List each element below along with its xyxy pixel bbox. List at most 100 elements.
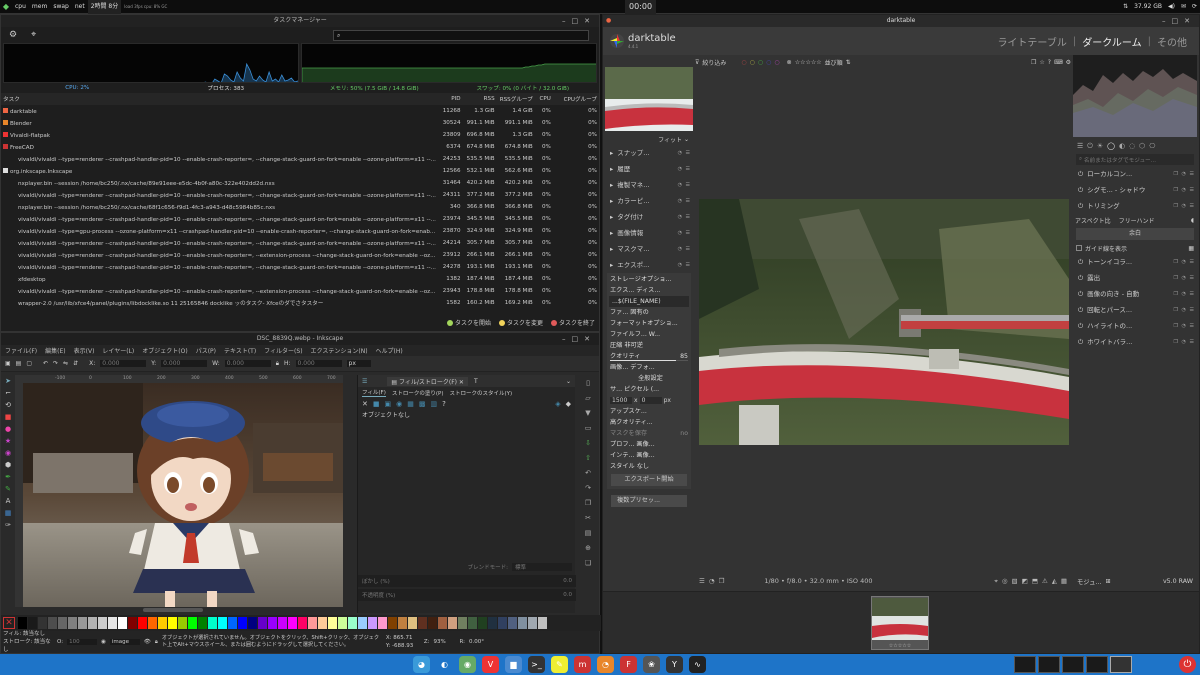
sort-icon[interactable]: ⇅ [846,59,851,66]
export-file-conflict[interactable]: ファ... 固有の [607,307,691,318]
palette-swatch[interactable] [278,617,287,629]
darktable-titlebar[interactable]: ● darktable –□✕ [603,15,1199,27]
print-icon[interactable]: ▭ [585,424,592,432]
menu-item[interactable]: 編集(E) [41,346,69,355]
color-label-yellow-icon[interactable]: ○ [750,59,755,66]
column-header[interactable]: タスク [1,93,440,105]
target-icon[interactable]: ⌖ [31,30,36,40]
correct-group-icon[interactable]: ◌ [1129,142,1135,150]
nonzero-icon[interactable]: ◆ [566,400,575,408]
left-module[interactable]: ▸ マスクマ... ◔ ☰ [605,241,693,257]
x-field[interactable]: 0.000 [100,360,147,367]
module-actions-icon[interactable]: ◔ ☰ [678,211,693,223]
right-module[interactable]: ⏻ 回転とパース... ❐ ◔ ☰ [1073,302,1197,318]
mesh-icon[interactable]: ▦ [407,400,414,408]
right-module[interactable]: ⏻ トーンイコラ... ❐ ◔ ☰ [1073,254,1197,270]
view-darkroom[interactable]: ダークルーム [1082,34,1141,49]
module-actions-icon[interactable]: ❐ ◔ ☰ [1173,304,1197,316]
column-header[interactable]: CPU [535,93,553,105]
palette-swatch[interactable] [218,617,227,629]
export-masks[interactable]: マスクを保存 no [607,428,691,439]
flip-v-icon[interactable]: ⇵ [73,360,78,367]
palette-swatch[interactable] [368,617,377,629]
rotate-cw-icon[interactable]: ↷ [53,360,58,367]
color-label-blue-icon[interactable]: ○ [766,59,771,66]
left-module[interactable]: ▸ 履歴 ◔ ☰ [605,161,693,177]
palette-swatch[interactable] [138,617,147,629]
left-module[interactable]: ▸ カラーピ... ◔ ☰ [605,193,693,209]
export-storage-header[interactable]: ストレージオプショ... [607,274,691,285]
warning-icon[interactable]: ⚠ [1042,577,1048,585]
export-upscale[interactable]: アップスケ... [607,406,691,417]
horizontal-scrollbar[interactable] [23,607,343,613]
left-module[interactable]: ▸ 複製マネ... ◔ ☰ [605,177,693,193]
selector-tool-icon[interactable]: ➤ [5,377,11,385]
module-presets-label[interactable]: モジュ... [1077,577,1101,586]
palette-swatch[interactable] [528,617,537,629]
export-target[interactable]: エクス... ディス... [607,285,691,296]
menu-item[interactable]: ヘルプ(H) [372,346,407,355]
export-icon[interactable]: ⇧ [585,454,591,462]
palette-swatch[interactable] [428,617,437,629]
table-row[interactable]: vivaldi/vivaldi --type=renderer --crashp… [1,213,599,225]
workspace-1[interactable] [1014,656,1036,673]
palette-swatch[interactable] [388,617,397,629]
table-row[interactable]: darktable 11268 1.3 GiB 1.4 GiB 0% 0% [1,105,599,117]
3d-box-tool-icon[interactable]: ⬢ [5,461,11,469]
sun-group-icon[interactable]: ☀ [1097,142,1103,150]
focus-peaking-icon[interactable]: ◭ [1052,577,1057,585]
pen-tool-icon[interactable]: ✒ [5,473,11,481]
pencil-tool-icon[interactable]: ✎ [5,485,11,493]
palette-swatch[interactable] [298,617,307,629]
table-row[interactable]: wrapper-2.0 /usr/lib/xfce4/panel/plugins… [1,297,599,309]
column-header[interactable]: RSSグループ [497,93,535,105]
vivaldi-2-icon[interactable]: V [482,656,499,673]
dropper-tool-icon[interactable]: ✑ [5,521,11,529]
menu-item[interactable]: ファイル(F) [1,346,41,355]
guides-checkbox[interactable] [1076,245,1082,251]
module-power-icon[interactable]: ⏻ [1078,200,1083,212]
multi-preset-button[interactable]: 複数プリセッ... [611,495,687,507]
linear-gradient-icon[interactable]: ▣ [385,400,392,408]
palette-swatch[interactable] [398,617,407,629]
text-tool-icon[interactable]: A [6,497,11,505]
palette-swatch[interactable] [418,617,427,629]
module-power-icon[interactable]: ⏻ [1078,184,1083,196]
eye-icon[interactable]: ◉ [101,639,106,645]
palette-swatch[interactable] [308,617,317,629]
blur-value[interactable]: 0.0 [563,578,572,584]
module-actions-icon[interactable]: ❐ ◔ ☰ [1173,320,1197,332]
palette-swatch[interactable] [88,617,97,629]
network-icon[interactable]: ⇅ [1120,0,1131,14]
duplicate-icon[interactable]: ❏ [585,559,591,567]
palette-swatch[interactable] [68,617,77,629]
module-power-icon[interactable]: ⏻ [1078,256,1083,268]
evenodd-icon[interactable]: ◈ [555,400,560,408]
deselect-icon[interactable]: ▢ [26,360,32,367]
palette-swatch[interactable] [118,617,127,629]
view-other[interactable]: その他 [1157,34,1187,49]
module-actions-icon[interactable]: ❐ ◔ ☰ [1173,200,1197,212]
grid-icon[interactable]: ▦ [1188,245,1197,252]
select-all-icon[interactable]: ▣ [5,360,11,367]
palette-swatch[interactable] [248,617,257,629]
clock[interactable]: 00:00 [625,0,657,14]
export-file-format[interactable]: ファイルフ... W... [607,329,691,340]
tab-fill[interactable]: フィル(F) [362,388,386,397]
radial-gradient-icon[interactable]: ◉ [396,400,402,408]
table-row[interactable]: vivaldi/vivaldi --type=renderer --crashp… [1,249,599,261]
right-module[interactable]: ⏻ ローカルコン... ❐ ◔ ☰ [1073,166,1197,182]
export-intent[interactable]: インテ... 画像... [607,450,691,461]
guides-row[interactable]: ガイド線を表示 ▦ [1073,242,1197,254]
export-width-field[interactable]: 1500 [610,397,632,404]
volume-icon[interactable]: ◀) [1165,0,1178,14]
quick-access-icon[interactable]: ☰ [1077,142,1083,150]
copy-icon[interactable]: ❐ [585,499,591,507]
export-compression[interactable]: 圧縮 非可逆 [607,340,691,351]
color-group-icon[interactable]: ◐ [1119,142,1125,150]
filmstrip-thumbnail[interactable]: ☆☆☆☆☆ [871,596,929,650]
redo-icon[interactable]: ↷ [585,484,591,492]
palette-swatch[interactable] [338,617,347,629]
file-manager-icon[interactable]: ▆ [505,656,522,673]
module-actions-icon[interactable]: ❐ ◔ ☰ [1173,184,1197,196]
